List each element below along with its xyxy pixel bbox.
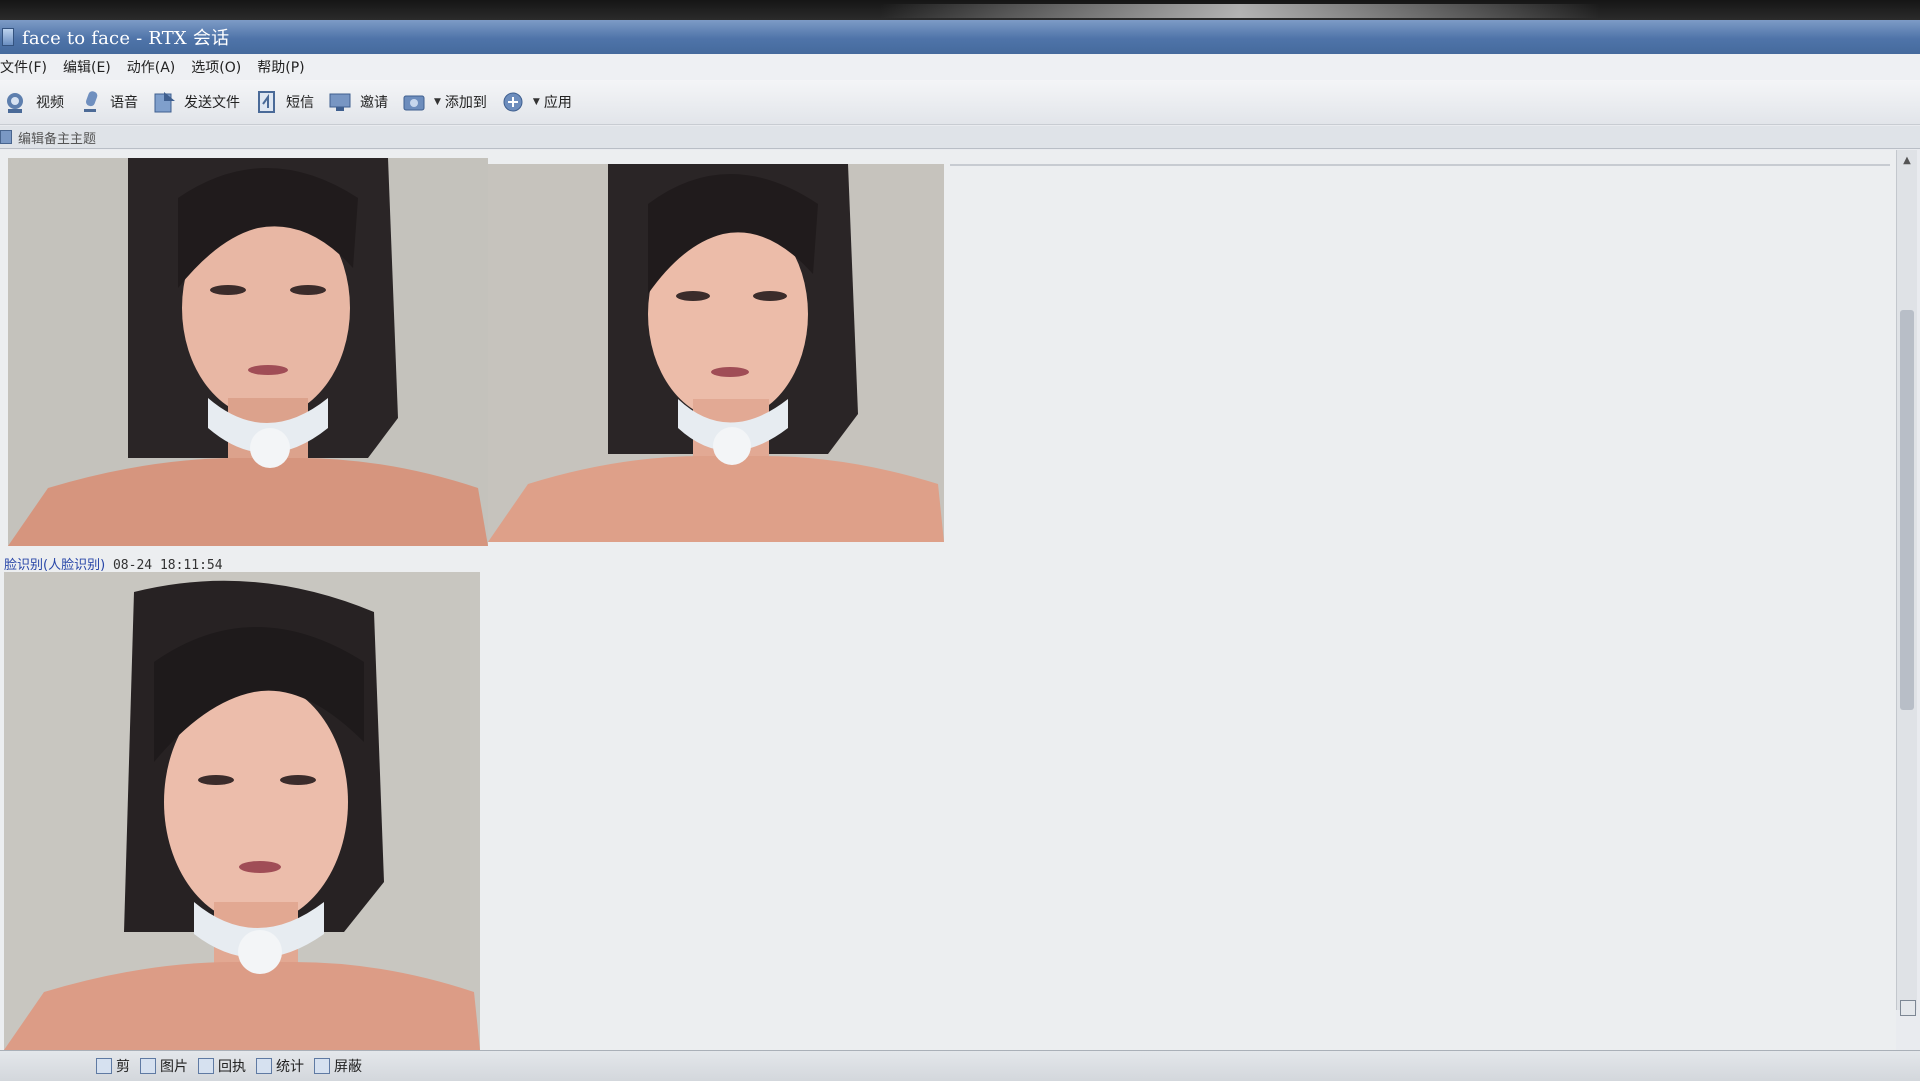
resize-grip-icon[interactable]	[1900, 1000, 1916, 1016]
menu-bar: 文件(F) 编辑(E) 动作(A) 选项(O) 帮助(P)	[0, 54, 1920, 80]
stats-icon	[256, 1058, 272, 1074]
scissors-icon	[96, 1058, 112, 1074]
image-icon	[140, 1058, 156, 1074]
message-sender-link[interactable]: 脸识别(人脸识别)	[4, 558, 105, 573]
main-toolbar: 视频 语音 发送文件 短信 邀请 ▼ 添加到 ▼ 应用	[0, 80, 1920, 125]
chat-history[interactable]: 脸识别(人脸识别) 08-24 18:11:54	[0, 150, 1896, 1050]
window-title: face to face - RTX 会话	[22, 28, 230, 49]
add-to-button[interactable]: ▼ 添加到	[398, 84, 497, 120]
microphone-icon	[78, 89, 104, 115]
voice-label: 语音	[110, 95, 138, 111]
sms-icon	[254, 89, 280, 115]
invite-icon	[328, 89, 354, 115]
subject-label: 编辑备主主题	[18, 131, 97, 147]
stats-button[interactable]: 统计	[256, 1056, 304, 1076]
received-image-portrait-1[interactable]	[8, 158, 488, 546]
add-to-label: 添加到	[444, 95, 487, 111]
message-header: 脸识别(人脸识别) 08-24 18:11:54	[4, 554, 223, 573]
add-to-dropdown-icon[interactable]: ▼	[434, 97, 441, 107]
menu-options[interactable]: 选项(O)	[191, 57, 241, 77]
menu-file[interactable]: 文件(F)	[0, 57, 47, 77]
receipt-label: 回执	[218, 1059, 246, 1075]
received-image-portrait-2[interactable]	[488, 164, 944, 542]
send-file-label: 发送文件	[184, 95, 240, 111]
receipt-button[interactable]: 回执	[198, 1056, 246, 1076]
video-button[interactable]: 视频	[0, 84, 74, 120]
apps-icon	[501, 89, 527, 115]
sms-button[interactable]: 短信	[250, 84, 324, 120]
menu-edit[interactable]: 编辑(E)	[63, 57, 111, 77]
sms-label: 短信	[286, 95, 314, 111]
screenshot-label: 剪	[116, 1059, 130, 1075]
input-toolbar: 剪 图片 回执 统计 屏蔽	[0, 1050, 1920, 1081]
scroll-thumb[interactable]	[1900, 310, 1914, 710]
screen-glare	[880, 4, 1600, 18]
image-button[interactable]: 图片	[140, 1056, 188, 1076]
block-label: 屏蔽	[334, 1059, 362, 1075]
message-time: 08-24 18:11:54	[112, 558, 223, 573]
chat-divider	[950, 164, 1890, 166]
menu-action[interactable]: 动作(A)	[127, 57, 176, 77]
chat-scrollbar[interactable]: ▲	[1896, 150, 1917, 1010]
stats-label: 统计	[276, 1059, 304, 1075]
block-icon	[314, 1058, 330, 1074]
subject-bar[interactable]: 编辑备主主题	[0, 126, 1920, 149]
title-bar[interactable]: face to face - RTX 会话	[0, 20, 1920, 54]
receipt-icon	[198, 1058, 214, 1074]
received-image-portrait-3[interactable]	[4, 572, 480, 1050]
send-file-button[interactable]: 发送文件	[148, 84, 250, 120]
edit-subject-icon	[0, 130, 12, 144]
voice-button[interactable]: 语音	[74, 84, 148, 120]
block-button[interactable]: 屏蔽	[314, 1056, 362, 1076]
video-label: 视频	[36, 95, 64, 111]
apps-button[interactable]: ▼ 应用	[497, 84, 582, 120]
screenshot-button[interactable]: 剪	[96, 1056, 130, 1076]
video-camera-icon	[4, 89, 30, 115]
apps-label: 应用	[543, 95, 572, 111]
invite-label: 邀请	[360, 95, 388, 111]
image-label: 图片	[160, 1059, 188, 1075]
app-icon	[2, 28, 14, 46]
menu-help[interactable]: 帮助(P)	[257, 57, 304, 77]
apps-dropdown-icon[interactable]: ▼	[533, 97, 540, 107]
invite-button[interactable]: 邀请	[324, 84, 398, 120]
send-file-icon	[152, 89, 178, 115]
add-to-icon	[402, 89, 428, 115]
scroll-up-arrow-icon[interactable]: ▲	[1897, 150, 1917, 170]
rtx-session-window: face to face - RTX 会话 文件(F) 编辑(E) 动作(A) …	[0, 0, 1920, 1081]
